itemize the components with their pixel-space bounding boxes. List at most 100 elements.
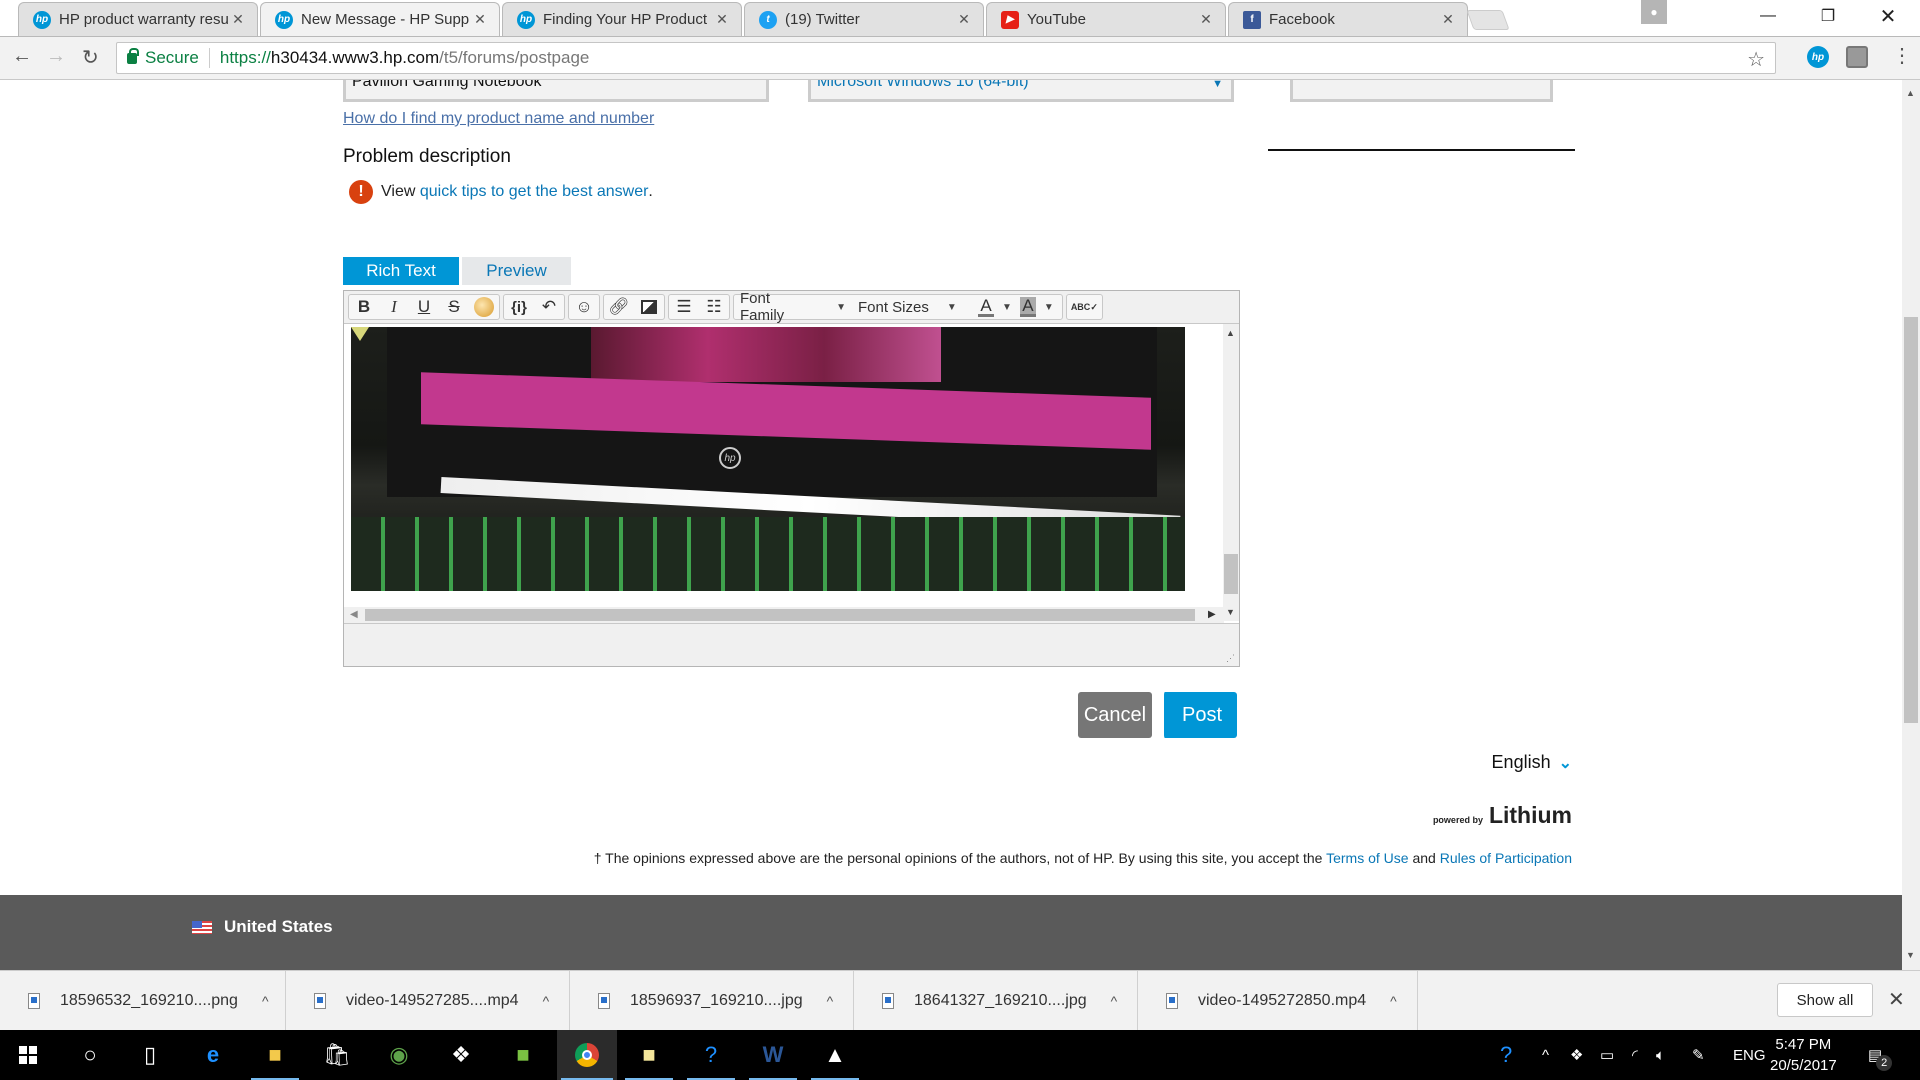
- italic-button[interactable]: I: [379, 295, 409, 319]
- download-item[interactable]: 18596937_169210....jpg ^: [570, 971, 854, 1031]
- language-indicator[interactable]: ENG: [1733, 1030, 1766, 1080]
- edge-icon[interactable]: e: [185, 1030, 241, 1080]
- download-item[interactable]: video-1495272850.mp4 ^: [1138, 971, 1418, 1031]
- chevron-up-icon[interactable]: ^: [543, 993, 550, 1009]
- editor-horizontal-scrollbar[interactable]: ◀ ▶: [344, 607, 1224, 623]
- hp-support-tray-icon[interactable]: ?: [1500, 1030, 1512, 1080]
- strikethrough-button[interactable]: S: [439, 295, 469, 319]
- tab-facebook[interactable]: f Facebook ✕: [1228, 2, 1468, 36]
- chevron-up-icon[interactable]: ^: [1390, 993, 1397, 1009]
- emoji-button[interactable]: ☺: [569, 295, 599, 319]
- background-color-button[interactable]: A: [1019, 296, 1036, 317]
- spellcheck-button[interactable]: ABC ✓: [1067, 295, 1102, 319]
- close-tab-icon[interactable]: ✕: [1439, 11, 1457, 28]
- file-explorer-icon[interactable]: ■: [247, 1030, 303, 1080]
- caret-down-icon[interactable]: ▼: [1002, 302, 1012, 313]
- dropbox-tray-icon[interactable]: ❖: [1570, 1030, 1583, 1080]
- minimize-button[interactable]: —: [1740, 0, 1796, 32]
- quick-tips-link[interactable]: quick tips to get the best answer: [420, 183, 649, 201]
- tab-youtube[interactable]: ▶ YouTube ✕: [986, 2, 1226, 36]
- secure-indicator[interactable]: Secure: [127, 47, 199, 68]
- page-scrollbar[interactable]: ▲ ▼: [1902, 80, 1920, 970]
- download-item[interactable]: 18596532_169210....png ^: [0, 971, 286, 1031]
- caret-down-icon[interactable]: ▼: [1044, 302, 1054, 313]
- tripadvisor-icon[interactable]: ◉: [371, 1030, 427, 1080]
- image-button[interactable]: [634, 295, 664, 319]
- show-all-button[interactable]: Show all: [1777, 983, 1873, 1017]
- sticky-notes-icon[interactable]: ■: [621, 1030, 677, 1080]
- help-icon[interactable]: ?: [683, 1030, 739, 1080]
- battery-icon[interactable]: ▭: [1600, 1030, 1614, 1080]
- product-name-field[interactable]: Pavilion Gaming Notebook: [343, 80, 769, 102]
- tab-new-message[interactable]: hp New Message - HP Supp ✕: [260, 2, 500, 36]
- clock[interactable]: 5:47 PM 20/5/2017: [1770, 1034, 1837, 1076]
- country-selector[interactable]: United States: [192, 917, 333, 937]
- chrome-icon[interactable]: [557, 1030, 617, 1080]
- address-bar[interactable]: Secure https://h30434.www3.hp.com/t5/for…: [116, 42, 1776, 74]
- tab-twitter[interactable]: t (19) Twitter ✕: [744, 2, 984, 36]
- rules-of-participation-link[interactable]: Rules of Participation: [1440, 850, 1572, 866]
- scroll-up-icon[interactable]: ▲: [1906, 88, 1915, 98]
- store-icon[interactable]: 🛍︎: [309, 1030, 365, 1080]
- forward-icon[interactable]: →: [46, 45, 66, 68]
- hp-extension-icon[interactable]: hp: [1807, 46, 1829, 68]
- close-downloads-icon[interactable]: ✕: [1888, 987, 1905, 1012]
- scroll-thumb[interactable]: [1904, 317, 1918, 723]
- bookmark-star-icon[interactable]: ☆: [1747, 47, 1765, 72]
- cortana-icon[interactable]: ○: [62, 1030, 118, 1080]
- photos-icon[interactable]: ▲: [807, 1030, 863, 1080]
- spoiler-button[interactable]: [469, 295, 499, 319]
- editor-body[interactable]: hp: [344, 324, 1224, 607]
- download-item[interactable]: 18641327_169210....jpg ^: [854, 971, 1138, 1031]
- resize-handle-icon[interactable]: ⋰: [1226, 653, 1235, 664]
- new-tab-button[interactable]: [1466, 10, 1510, 30]
- dropbox-icon[interactable]: ❖: [433, 1030, 489, 1080]
- editor-vertical-scrollbar[interactable]: ▲ ▼: [1223, 324, 1239, 621]
- code-button[interactable]: {i}: [504, 295, 534, 319]
- start-windows-icon[interactable]: [0, 1030, 56, 1080]
- close-tab-icon[interactable]: ✕: [955, 11, 973, 28]
- numbered-list-button[interactable]: ☰: [669, 295, 699, 319]
- close-tab-icon[interactable]: ✕: [471, 11, 489, 28]
- tab-preview[interactable]: Preview: [462, 257, 571, 285]
- font-family-select[interactable]: Font Family ▼: [734, 290, 852, 324]
- menu-kebab-icon[interactable]: ⋮: [1892, 43, 1912, 68]
- task-view-icon[interactable]: ▯: [122, 1030, 178, 1080]
- tab-rich-text[interactable]: Rich Text: [343, 257, 459, 285]
- scroll-left-icon[interactable]: ◀: [350, 609, 358, 620]
- chevron-up-icon[interactable]: ^: [827, 993, 834, 1009]
- volume-icon[interactable]: 🔈︎: [1656, 1030, 1665, 1080]
- tab-hp-warranty[interactable]: hp HP product warranty resu ✕: [18, 2, 258, 36]
- tab-finding-product[interactable]: hp Finding Your HP Product ✕: [502, 2, 742, 36]
- back-icon[interactable]: ←: [12, 45, 32, 68]
- undo-button[interactable]: ↶: [534, 295, 564, 319]
- scroll-thumb[interactable]: [1224, 554, 1238, 594]
- close-tab-icon[interactable]: ✕: [1197, 11, 1215, 28]
- close-tab-icon[interactable]: ✕: [229, 11, 247, 28]
- underline-button[interactable]: U: [409, 295, 439, 319]
- text-color-button[interactable]: A: [978, 296, 994, 317]
- url-text[interactable]: https://h30434.www3.hp.com/t5/forums/pos…: [220, 48, 590, 68]
- font-sizes-select[interactable]: Font Sizes ▼: [852, 295, 970, 319]
- evernote-icon[interactable]: ■: [495, 1030, 551, 1080]
- wifi-icon[interactable]: ◜: [1632, 1030, 1638, 1080]
- scroll-down-icon[interactable]: ▼: [1906, 950, 1915, 960]
- reload-icon[interactable]: ↻: [82, 45, 99, 70]
- pen-icon[interactable]: ✎: [1692, 1030, 1705, 1080]
- scroll-up-icon[interactable]: ▲: [1226, 328, 1235, 338]
- download-item[interactable]: video-149527285....mp4 ^: [286, 971, 570, 1031]
- os-dropdown[interactable]: Microsoft Windows 10 (64-bit) ▼: [808, 80, 1234, 102]
- close-tab-icon[interactable]: ✕: [713, 11, 731, 28]
- action-center-icon[interactable]: ▤ 2: [1868, 1030, 1898, 1080]
- terms-of-use-link[interactable]: Terms of Use: [1326, 850, 1408, 866]
- chevron-up-icon[interactable]: ^: [1111, 993, 1118, 1009]
- word-icon[interactable]: W: [745, 1030, 801, 1080]
- show-hidden-icons-chevron[interactable]: ^: [1542, 1030, 1549, 1080]
- scroll-right-icon[interactable]: ▶: [1208, 609, 1216, 620]
- scroll-down-icon[interactable]: ▼: [1226, 607, 1235, 617]
- profile-icon[interactable]: ●: [1641, 0, 1667, 24]
- restore-button[interactable]: ❐: [1800, 0, 1856, 32]
- scroll-thumb[interactable]: [365, 609, 1195, 621]
- bullet-list-button[interactable]: ☷: [699, 295, 729, 319]
- language-selector[interactable]: English ⌄: [1492, 752, 1572, 773]
